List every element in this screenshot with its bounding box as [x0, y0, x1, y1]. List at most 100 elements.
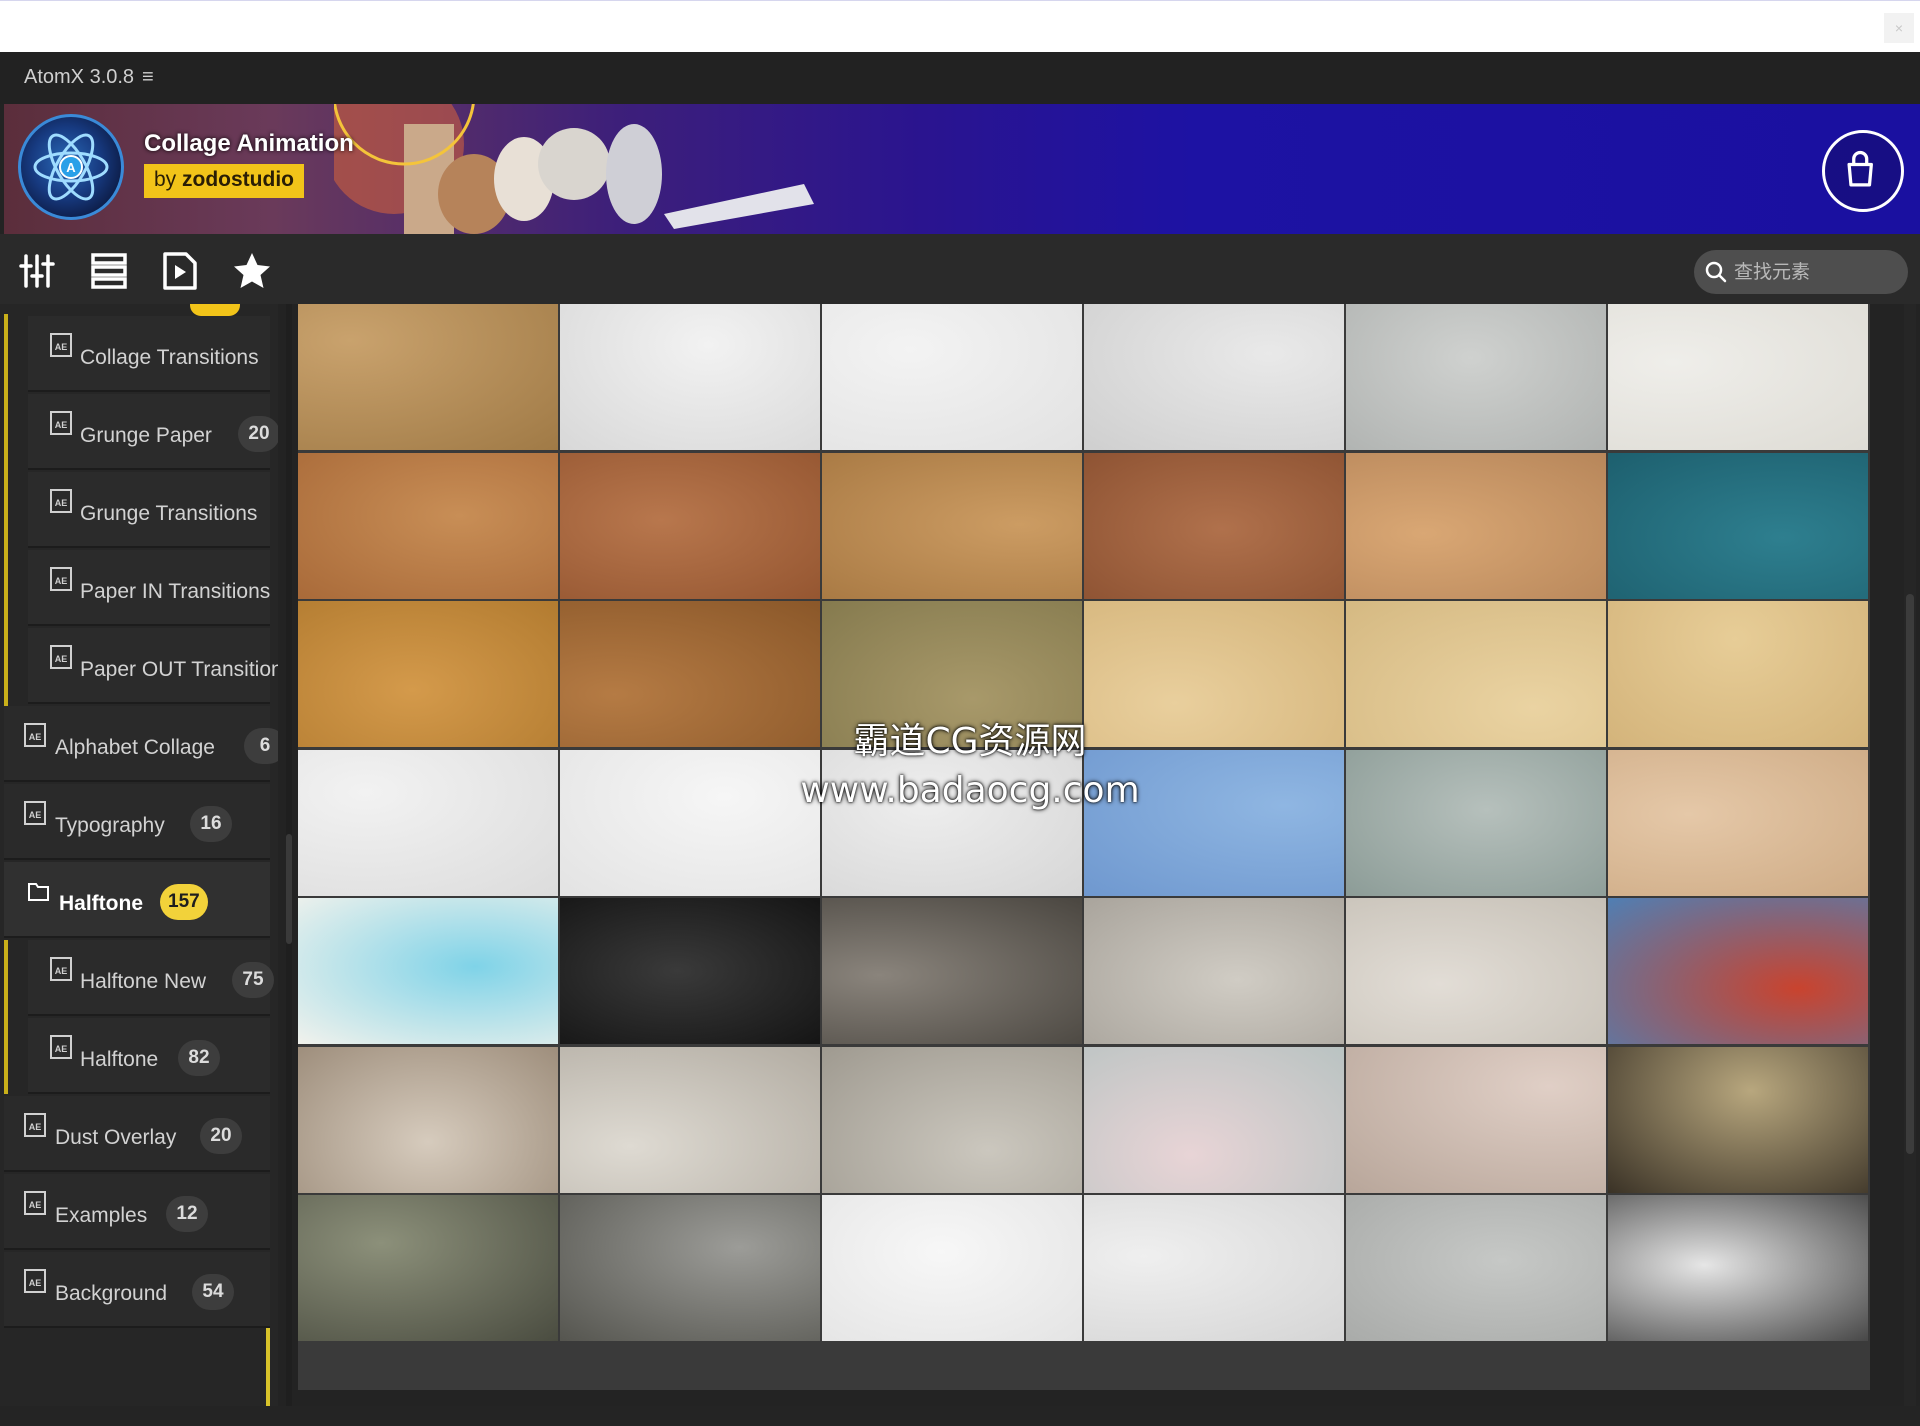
- sidebar-item-typography[interactable]: AE Typography 16: [4, 784, 270, 860]
- svg-text:AE: AE: [29, 1200, 42, 1210]
- texture-tile-beige-parchment[interactable]: [1346, 601, 1606, 747]
- grid-scrollbar[interactable]: [1904, 304, 1916, 1406]
- list-view-icon: [91, 253, 127, 289]
- sidebar-item-alphabet-collage[interactable]: AE Alphabet Collage 6: [4, 706, 278, 782]
- texture-tile-white-grid-paper[interactable]: [822, 304, 1082, 450]
- sidebar-item-halftone[interactable]: AE Halftone 82: [28, 1018, 270, 1094]
- sidebar-item-collage-transitions[interactable]: AE Collage Transitions: [28, 316, 270, 392]
- texture-tile-military-grunge-collage[interactable]: [298, 1195, 558, 1341]
- texture-tile-newspaper-collage[interactable]: [1084, 898, 1344, 1044]
- count-badge: 157: [160, 884, 208, 920]
- texture-tile-light-gray-paper[interactable]: [1084, 304, 1344, 450]
- sidebar-item-examples[interactable]: AE Examples 12: [4, 1174, 270, 1250]
- sidebar-scroll-thumb[interactable]: [286, 834, 292, 944]
- texture-tile-gray-concrete-texture[interactable]: [1346, 1195, 1606, 1341]
- texture-tile-off-white-paper[interactable]: [1608, 304, 1868, 450]
- sidebar-item-grunge-transitions[interactable]: AE Grunge Transitions: [28, 472, 270, 548]
- sidebar-item-background[interactable]: AE Background 54: [4, 1252, 270, 1328]
- favorites-button[interactable]: [230, 250, 274, 292]
- play-file-button[interactable]: [158, 250, 202, 292]
- ae-file-icon: AE: [50, 645, 72, 669]
- sidebar-item-paper-in-transitions[interactable]: AE Paper IN Transitions: [28, 550, 270, 626]
- subgroup-indicator: [4, 940, 8, 1094]
- svg-text:AE: AE: [55, 576, 68, 586]
- texture-tile-peeling-paint-texture[interactable]: [1608, 1195, 1868, 1341]
- sidebar-item-label: Grunge Transitions: [80, 502, 258, 525]
- sidebar-item-label: Alphabet Collage: [55, 736, 215, 759]
- ae-file-icon: AE: [50, 1035, 72, 1059]
- texture-tile-gray-concrete-paper[interactable]: [1346, 304, 1606, 450]
- search-box: [1694, 250, 1908, 294]
- grid-scroll-thumb[interactable]: [1906, 594, 1914, 1154]
- texture-tile-aged-brown-paper[interactable]: [298, 452, 558, 599]
- sidebar-item-label: Halftone New: [80, 970, 207, 993]
- texture-tile-dark-rust-paper[interactable]: [1084, 452, 1344, 599]
- hamburger-menu-icon[interactable]: ≡: [142, 66, 154, 89]
- search-icon: [1705, 261, 1727, 283]
- search-input[interactable]: [1734, 250, 1898, 294]
- ae-file-icon: AE: [24, 801, 46, 825]
- texture-tile-rust-stained-paper[interactable]: [560, 452, 820, 599]
- sidebar-item-label: Typography: [55, 814, 165, 837]
- texture-tile-sketch-paper-collage[interactable]: [1346, 898, 1606, 1044]
- texture-tile-orange-kraft-paper[interactable]: [298, 601, 558, 747]
- texture-tile-white-crumpled-sheet[interactable]: [822, 1195, 1082, 1341]
- svg-text:AE: AE: [29, 810, 42, 820]
- ae-file-icon: AE: [50, 333, 72, 357]
- main-toolbar: [0, 234, 1920, 304]
- texture-tile-black-torn-paper[interactable]: [560, 898, 820, 1044]
- atom-icon: A: [33, 133, 109, 201]
- sidebar-item-halftone-new[interactable]: AE Halftone New 75: [28, 940, 274, 1016]
- sidebar-item-label: Paper OUT Transitions: [80, 658, 278, 681]
- pack-author-badge: by zodostudio: [144, 164, 304, 198]
- texture-tile-crumpled-white-paper[interactable]: [560, 304, 820, 450]
- pack-title: Collage Animation: [144, 130, 354, 157]
- category-sidebar: AE Collage Transitions AE Grunge Paper 2…: [0, 304, 278, 1406]
- texture-tile-pink-poster-collage[interactable]: [1084, 1046, 1344, 1193]
- ae-file-icon: AE: [50, 489, 72, 513]
- store-button[interactable]: [1822, 130, 1904, 212]
- sidebar-item-dust-overlay[interactable]: AE Dust Overlay 20: [4, 1096, 270, 1172]
- watermark: 霸道CG资源网 www.badaocg.com: [770, 712, 1170, 811]
- count-badge: 54: [192, 1274, 234, 1310]
- list-view-button[interactable]: [88, 250, 132, 292]
- texture-tile-typographic-collage[interactable]: [1608, 1046, 1868, 1193]
- watermark-line1: 霸道CG资源网: [853, 721, 1087, 762]
- texture-tile-kraft-paper[interactable]: [1346, 452, 1606, 599]
- texture-tile-peach-wrinkled-paper[interactable]: [1608, 749, 1868, 896]
- texture-tile-teal-fiber-paper[interactable]: [1608, 452, 1868, 599]
- texture-tile-red-blue-collage[interactable]: [1608, 898, 1868, 1044]
- author-name: zodostudio: [182, 168, 294, 191]
- texture-tile-newsprint-letters[interactable]: [560, 1046, 820, 1193]
- texture-tile-white-rice-paper[interactable]: [298, 749, 558, 896]
- texture-tile-gray-green-speckled[interactable]: [1346, 749, 1606, 896]
- count-badge: 6: [244, 728, 278, 764]
- count-badge: 12: [166, 1196, 208, 1232]
- texture-tile-tan-old-paper[interactable]: [822, 452, 1082, 599]
- ae-file-icon: AE: [50, 957, 72, 981]
- texture-tile-cyan-watercolor[interactable]: [298, 898, 558, 1044]
- sidebar-item-paper-out-transitions[interactable]: AE Paper OUT Transitions: [28, 628, 278, 704]
- sidebar-item-label: Paper IN Transitions: [80, 580, 271, 603]
- texture-tile-gray-newspaper-collage[interactable]: [822, 898, 1082, 1044]
- ae-file-icon: AE: [50, 567, 72, 591]
- count-badge: 75: [232, 962, 274, 998]
- ae-file-icon: AE: [24, 1191, 46, 1215]
- host-top-bar: ×: [0, 0, 1920, 52]
- texture-tile-vertical-wood-fiber-paper[interactable]: [298, 304, 558, 450]
- count-badge: 20: [238, 416, 278, 452]
- texture-tile-torn-poster-wall[interactable]: [298, 1046, 558, 1193]
- texture-tile-faded-grunge-print[interactable]: [1346, 1046, 1606, 1193]
- sidebar-scrollbar[interactable]: [286, 304, 292, 1406]
- host-close-button[interactable]: ×: [1884, 13, 1914, 43]
- collapsed-badge-fragment: [190, 304, 240, 316]
- texture-tile-white-creased-sheet[interactable]: [1084, 1195, 1344, 1341]
- ae-file-icon: AE: [24, 1269, 46, 1293]
- texture-tile-dense-newspaper[interactable]: [822, 1046, 1082, 1193]
- texture-tile-light-tan-parchment[interactable]: [1608, 601, 1868, 747]
- sidebar-item-grunge-paper[interactable]: AE Grunge Paper 20: [28, 394, 278, 470]
- sidebar-item-halftone-group[interactable]: Halftone 157: [4, 862, 270, 938]
- play-file-icon: [163, 252, 197, 290]
- texture-tile-gray-halftone-grunge[interactable]: [560, 1195, 820, 1341]
- sliders-button[interactable]: [18, 250, 62, 292]
